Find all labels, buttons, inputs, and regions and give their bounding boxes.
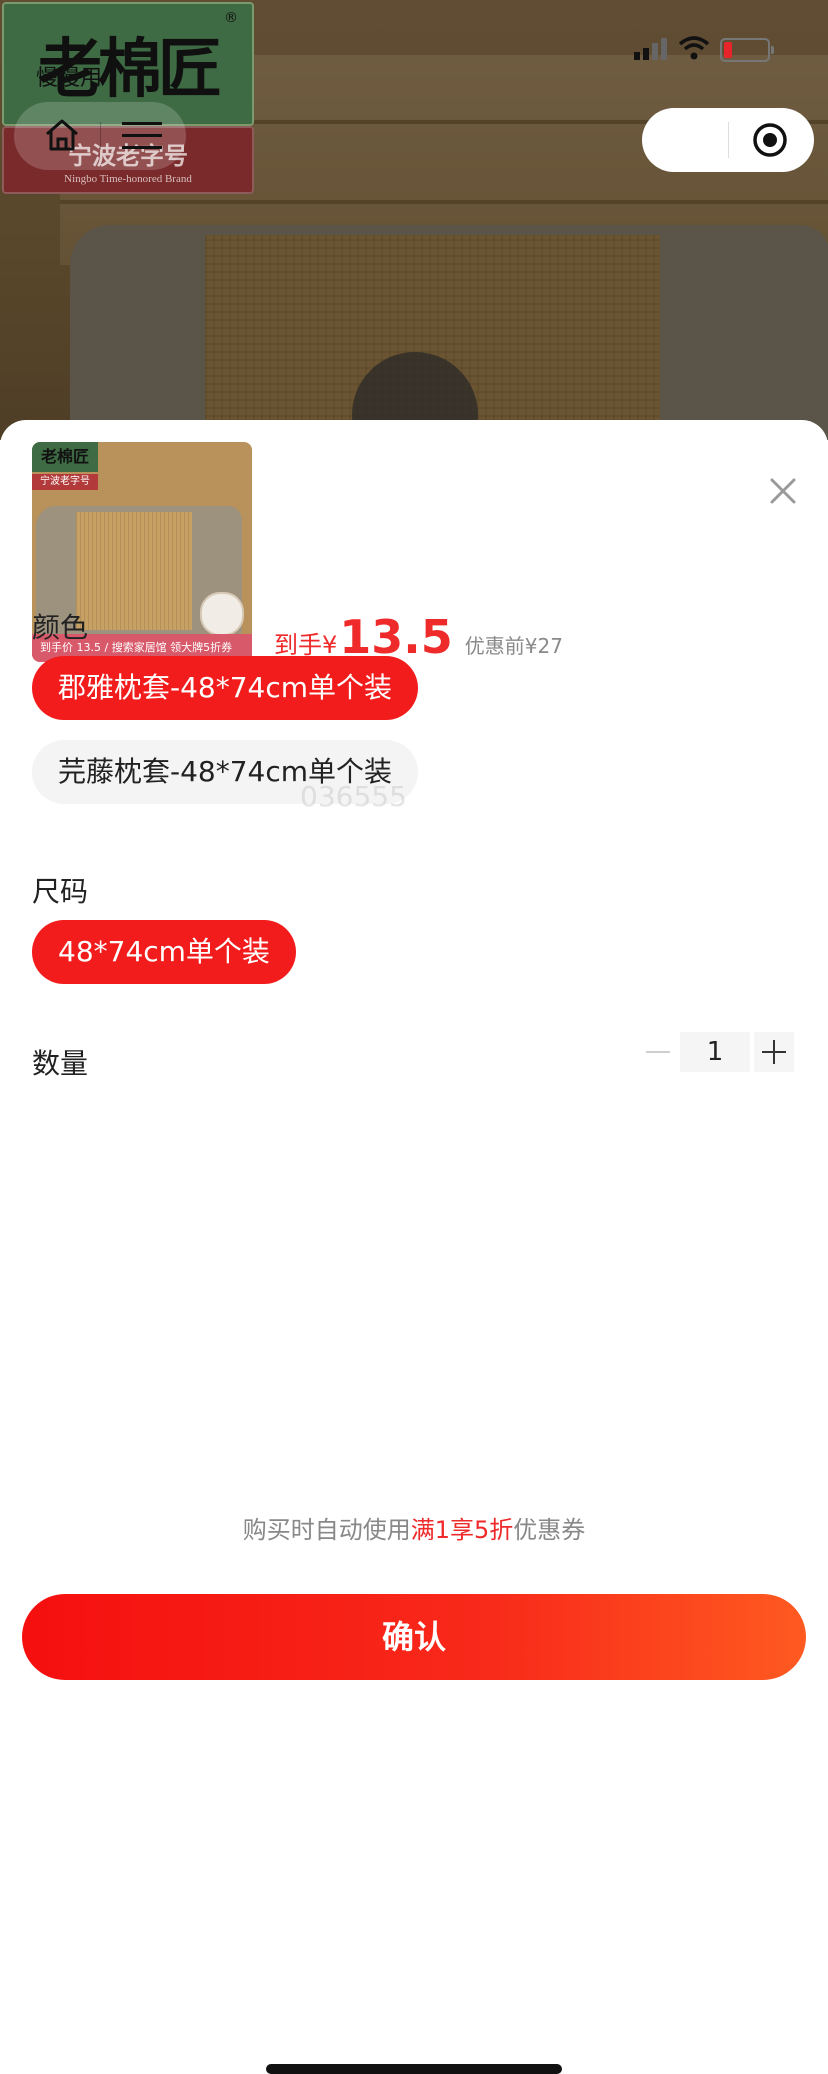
nav-pill-divider [100, 122, 101, 150]
watermark: 036555 [300, 780, 407, 813]
thumb-logo: 老棉匠 [32, 442, 98, 472]
battery-level [724, 42, 732, 58]
coupon-note-prefix: 购买时自动使用 [242, 1516, 411, 1544]
quantity-value[interactable]: 1 [680, 1032, 750, 1072]
nav-pill [14, 102, 186, 170]
battery-icon [720, 38, 774, 62]
quantity-minus-button[interactable] [640, 1032, 676, 1072]
thumb-seal-icon [200, 592, 244, 636]
coupon-note-suffix: 优惠券 [513, 1516, 586, 1544]
nav-title: 慢慢用 [36, 66, 103, 91]
thumb-mat [76, 512, 192, 630]
home-indicator[interactable] [266, 2064, 562, 2074]
status-bar [628, 30, 828, 70]
thumb-subtitle: 宁波老字号 [32, 474, 98, 490]
signal-icon [634, 38, 670, 64]
battery-tip [771, 46, 774, 54]
registered-mark: ® [224, 10, 238, 26]
brand-subtitle-en: Ningbo Time-honored Brand [64, 172, 192, 185]
wifi-icon [678, 36, 710, 64]
size-section-title: 尺码 [32, 875, 89, 908]
quantity-label: 数量 [32, 1047, 89, 1080]
capsule-divider [728, 122, 729, 158]
confirm-button[interactable]: 确认 [22, 1594, 806, 1680]
quantity-plus-button[interactable] [754, 1032, 794, 1072]
price-prefix: 到手¥ [274, 631, 338, 659]
target-icon[interactable] [752, 122, 788, 162]
close-icon[interactable] [768, 476, 798, 510]
coupon-note: 购买时自动使用满1享5折优惠券 [0, 1510, 828, 1545]
coupon-note-highlight: 满1享5折 [410, 1516, 514, 1544]
size-option-selected[interactable]: 48*74cm单个装 [32, 920, 296, 984]
color-section-title: 颜色 [32, 611, 89, 644]
color-option-selected[interactable]: 郡雅枕套-48*74cm单个装 [32, 656, 419, 720]
sku-bottom-sheet: 老棉匠 宁波老字号 到手价 13.5 / 搜索家居馆 领大牌5折券 到手¥ 13… [0, 420, 828, 2074]
menu-icon[interactable] [122, 120, 162, 156]
quantity-stepper: 1 [640, 1032, 794, 1072]
mini-program-capsule[interactable] [642, 108, 814, 172]
home-icon[interactable] [44, 118, 80, 156]
original-price: 优惠前¥27 [464, 634, 563, 658]
